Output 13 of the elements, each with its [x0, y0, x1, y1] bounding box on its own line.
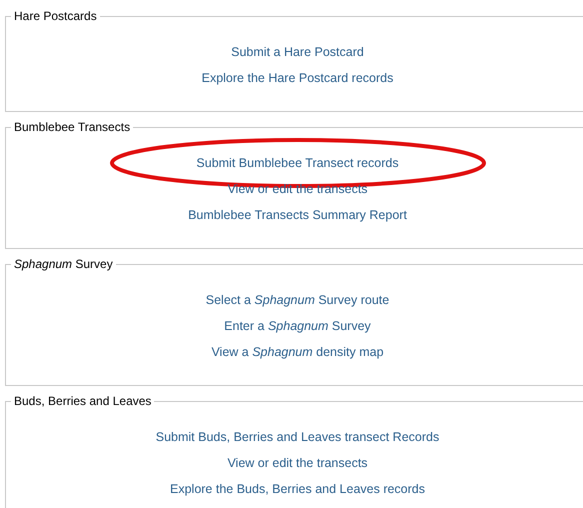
record-link[interactable]: Explore the Buds, Berries and Leaves records: [170, 480, 425, 498]
section-legend: Buds, Berries and Leaves: [11, 394, 154, 408]
record-link[interactable]: Bumblebee Transects Summary Report: [188, 206, 407, 224]
record-link[interactable]: Explore the Hare Postcard records: [202, 68, 394, 88]
section-legend: Sphagnum Survey: [11, 257, 116, 271]
record-link[interactable]: Submit a Hare Postcard: [231, 42, 364, 62]
record-link[interactable]: Enter a Sphagnum Survey: [224, 316, 371, 336]
record-link[interactable]: View a Sphagnum density map: [211, 342, 384, 362]
section-legend: Hare Postcards: [11, 9, 100, 23]
section-legend: Bumblebee Transects: [11, 120, 134, 134]
record-link[interactable]: Submit Buds, Berries and Leaves transect Records: [156, 428, 440, 446]
record-link[interactable]: View or edit the transects: [227, 454, 368, 472]
record-link[interactable]: Select a Sphagnum Survey route: [206, 290, 390, 310]
